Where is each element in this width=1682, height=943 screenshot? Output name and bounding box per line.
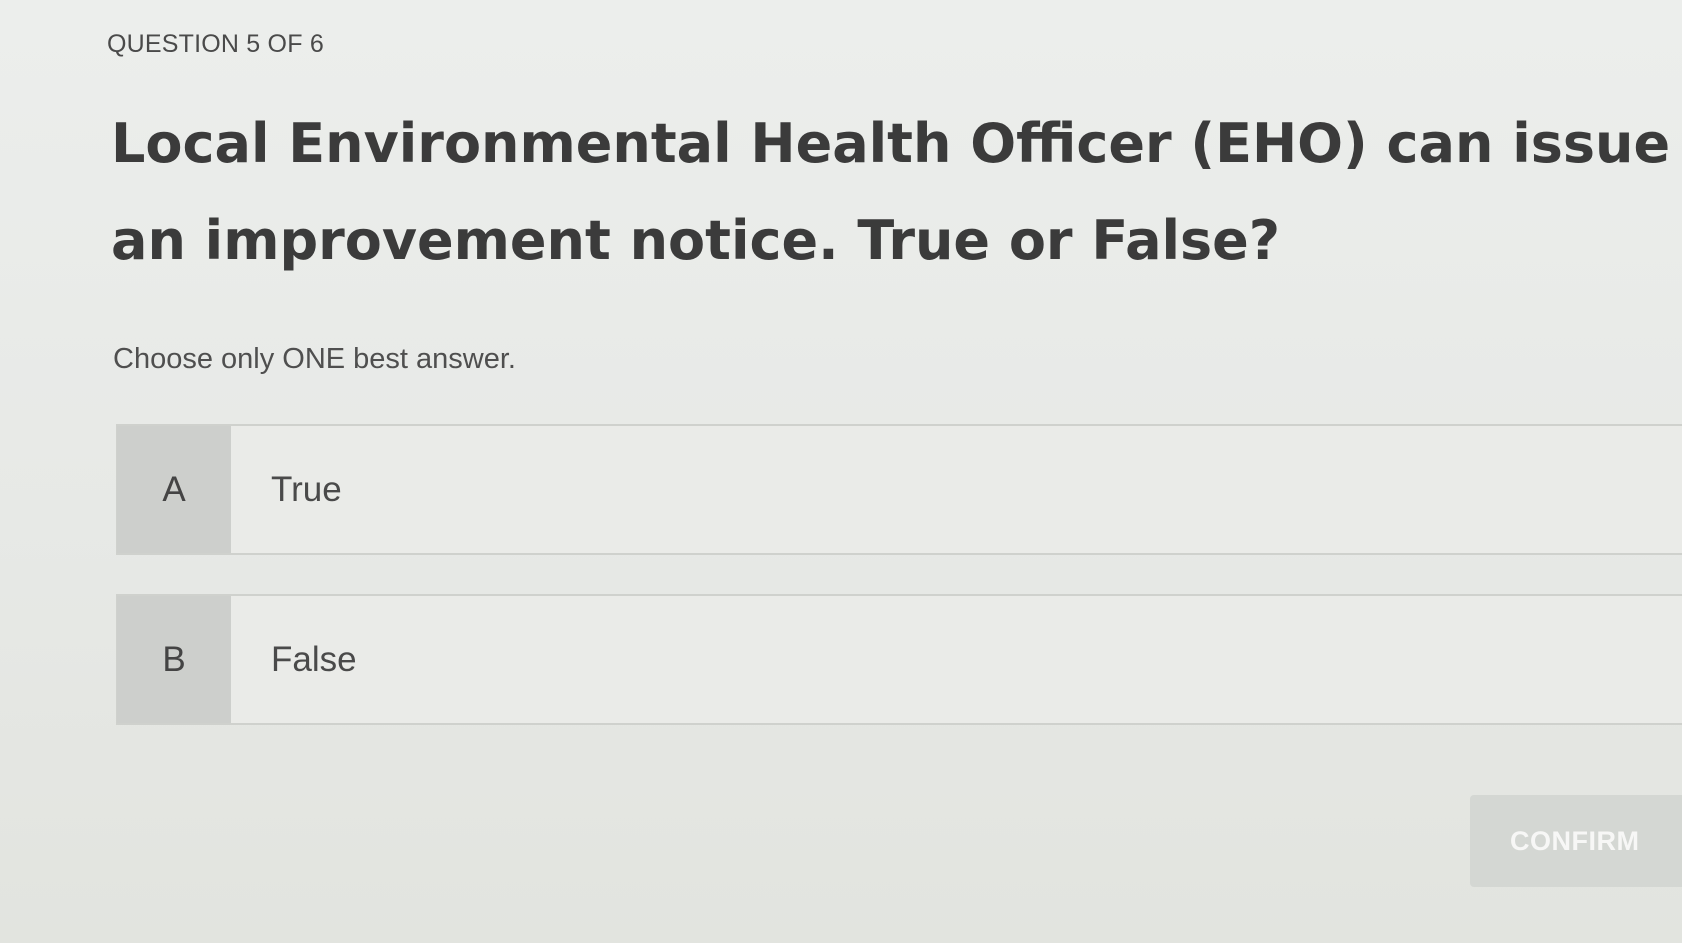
option-label: False [271, 639, 357, 679]
option-label: True [271, 469, 342, 509]
answer-option-b[interactable]: B False [116, 594, 1682, 725]
instruction-text: Choose only ONE best answer. [113, 343, 516, 375]
question-counter: QUESTION 5 OF 6 [107, 30, 324, 58]
option-letter: B [117, 596, 231, 723]
question-text: Local Environmental Health Officer (EHO)… [111, 112, 1671, 272]
confirm-button[interactable]: CONFIRM [1470, 795, 1682, 887]
option-letter: A [117, 426, 231, 553]
answer-option-a[interactable]: A True [116, 424, 1682, 555]
